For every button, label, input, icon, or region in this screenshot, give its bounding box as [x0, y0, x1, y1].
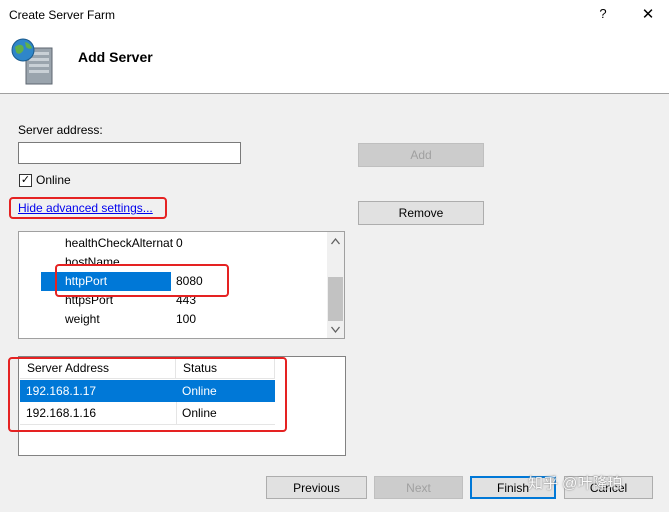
watermark-text: 知乎 @叶隆珀 [528, 475, 623, 492]
page-title: Add Server [78, 49, 153, 65]
highlight-box-httpport [55, 264, 229, 297]
scroll-down-icon [330, 326, 341, 334]
online-label: Online [36, 173, 71, 187]
property-value: 100 [176, 312, 197, 326]
server-address-input[interactable] [18, 142, 241, 164]
hide-advanced-settings-link[interactable]: Hide advanced settings... [18, 201, 153, 215]
next-button[interactable]: Next [374, 476, 463, 499]
previous-button[interactable]: Previous [266, 476, 367, 499]
online-checkbox[interactable]: ✓ [19, 174, 32, 187]
remove-button[interactable]: Remove [358, 201, 484, 225]
window-title: Create Server Farm [9, 8, 116, 22]
property-value: 0 [176, 236, 183, 250]
property-name: healthCheckAlternat [65, 236, 173, 250]
property-row[interactable]: healthCheckAlternat 0 [19, 234, 329, 253]
close-button[interactable]: ✕ [638, 5, 658, 25]
property-name: weight [65, 312, 100, 326]
server-globe-icon [10, 38, 56, 86]
vertical-scrollbar[interactable] [327, 232, 344, 338]
highlight-box-server-list [8, 357, 287, 432]
property-row[interactable]: weight 100 [19, 310, 329, 329]
add-button[interactable]: Add [358, 143, 484, 167]
scroll-thumb [328, 277, 343, 321]
help-button[interactable]: ? [594, 6, 612, 24]
scroll-up-icon [330, 237, 341, 245]
server-address-label: Server address: [18, 123, 103, 137]
